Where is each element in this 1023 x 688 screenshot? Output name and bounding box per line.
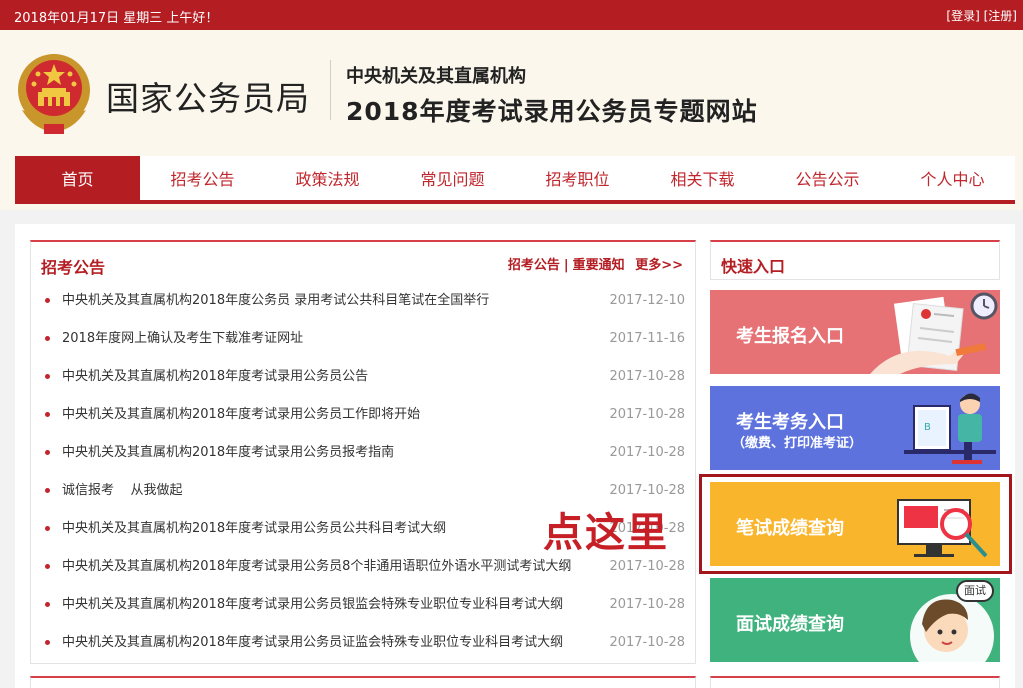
computer-user-icon: B [904, 393, 996, 464]
quick-entry-heading: 快速入口 [721, 257, 786, 276]
next-panel-right [710, 676, 1000, 688]
bullet-icon [45, 298, 50, 303]
interview-score-query-button[interactable]: 面试成绩查询 面试 [710, 578, 1000, 662]
news-title[interactable]: 中央机关及其直属机构2018年度考试录用公务员8个非通用语职位外语水平测试考试大… [62, 557, 571, 577]
interview-badge-text: 面试 [964, 584, 986, 597]
more-link[interactable]: 更多>> [635, 258, 683, 273]
list-item: 中央机关及其直属机构2018年度考试录用公务员证监会特殊专业职位专业科目考试大纲… [45, 632, 687, 670]
highlight-box [699, 474, 1012, 574]
news-date: 2017-10-28 [609, 597, 685, 612]
bullet-icon [45, 412, 50, 417]
main-nav: 首页 招考公告 政策法规 常见问题 招考职位 相关下载 公告公示 个人中心 [15, 156, 1015, 204]
exam-affairs-entry-label: 考生考务入口 [736, 412, 844, 433]
nav-announcements[interactable]: 公告公示 [765, 156, 890, 204]
exam-affairs-entry-note: （缴费、打印准考证） [732, 436, 863, 451]
news-date: 2017-12-10 [609, 293, 685, 308]
register-link[interactable]: [注册] [984, 9, 1017, 23]
news-heading: 招考公告 [41, 258, 106, 277]
list-item: 中央机关及其直属机构2018年度考试录用公务员工作即将开始 2017-10-28 [45, 404, 687, 442]
nav-downloads[interactable]: 相关下载 [640, 156, 765, 204]
nav-policies[interactable]: 政策法规 [265, 156, 390, 204]
news-date: 2017-10-28 [609, 369, 685, 384]
list-item: 中央机关及其直属机构2018年度考试录用公务员报考指南 2017-10-28 [45, 442, 687, 480]
news-title[interactable]: 中央机关及其直属机构2018年度考试录用公务员银监会特殊专业职位专业科目考试大纲 [62, 595, 563, 615]
interview-bubble: 面试 [956, 580, 994, 602]
nav-recruitment-notices[interactable]: 招考公告 [140, 156, 265, 204]
top-bar: 2018年01月17日 星期三 上午好！ [登录] [注册] [0, 0, 1023, 30]
site-name: 国家公务员局 [106, 79, 310, 118]
bullet-icon [45, 488, 50, 493]
national-emblem-icon [18, 54, 90, 134]
list-item: 中央机关及其直属机构2018年度考试录用公务员公告 2017-10-28 [45, 366, 687, 404]
bullet-icon [45, 564, 50, 569]
register-entry-label: 考生报名入口 [736, 326, 844, 347]
news-date: 2017-11-16 [609, 331, 685, 346]
list-item: 中央机关及其直属机构2018年度考试录用公务员8个非通用语职位外语水平测试考试大… [45, 556, 687, 594]
bullet-icon [45, 526, 50, 531]
news-title[interactable]: 中央机关及其直属机构2018年度考试录用公务员证监会特殊专业职位专业科目考试大纲 [62, 633, 563, 653]
important-notice-link[interactable]: 重要通知 [573, 258, 625, 273]
nav-positions[interactable]: 招考职位 [515, 156, 640, 204]
list-item: 中央机关及其直属机构2018年度公务员 录用考试公共科目笔试在全国举行 2017-… [45, 290, 687, 328]
link-separator: | [563, 258, 569, 273]
auth-links: [登录] [注册] [946, 7, 1017, 24]
register-entry-button[interactable]: 考生报名入口 [710, 290, 1000, 374]
news-date: 2017-10-28 [609, 635, 685, 650]
news-title[interactable]: 中央机关及其直属机构2018年度考试录用公务员公告 [62, 367, 368, 387]
news-title[interactable]: 中央机关及其直属机构2018年度公务员 录用考试公共科目笔试在全国举行 [62, 291, 489, 311]
svg-text:B: B [924, 422, 931, 433]
bullet-icon [45, 374, 50, 379]
exam-affairs-entry-button[interactable]: 考生考务入口 （缴费、打印准考证） B [710, 386, 1000, 470]
news-title[interactable]: 诚信报考 从我做起 [62, 481, 183, 501]
news-date: 2017-10-28 [609, 407, 685, 422]
header-subtitle: 中央机关及其直属机构 [346, 66, 526, 87]
interview-score-label: 面试成绩查询 [736, 614, 844, 635]
news-date: 2017-10-28 [609, 559, 685, 574]
bullet-icon [45, 640, 50, 645]
bullet-icon [45, 336, 50, 341]
list-item: 中央机关及其直属机构2018年度考试录用公务员银监会特殊专业职位专业科目考试大纲… [45, 594, 687, 632]
bullet-icon [45, 450, 50, 455]
bullet-icon [45, 602, 50, 607]
list-item: 2018年度网上确认及考生下载准考证网址 2017-11-16 [45, 328, 687, 366]
news-title[interactable]: 中央机关及其直属机构2018年度考试录用公务员工作即将开始 [62, 405, 420, 425]
news-title[interactable]: 2018年度网上确认及考生下载准考证网址 [62, 329, 303, 349]
news-title[interactable]: 中央机关及其直属机构2018年度考试录用公务员报考指南 [62, 443, 394, 463]
news-links: 招考公告 | 重要通知 更多>> [508, 254, 683, 273]
nav-home[interactable]: 首页 [15, 156, 140, 204]
news-list: 中央机关及其直属机构2018年度公务员 录用考试公共科目笔试在全国举行 2017-… [45, 290, 687, 670]
header-divider [330, 60, 331, 120]
header-main-title: 2018年度考试录用公务员专题网站 [346, 97, 758, 126]
next-panel-left [30, 676, 696, 688]
news-date: 2017-10-28 [609, 483, 685, 498]
quick-entry-header: 快速入口 [710, 240, 1000, 280]
nav-faq[interactable]: 常见问题 [390, 156, 515, 204]
login-link[interactable]: [登录] [946, 9, 979, 23]
click-here-annotation: 点这里 [543, 510, 669, 556]
news-title[interactable]: 中央机关及其直属机构2018年度考试录用公务员公共科目考试大纲 [62, 519, 446, 539]
nav-user-center[interactable]: 个人中心 [890, 156, 1015, 204]
news-date: 2017-10-28 [609, 445, 685, 460]
application-form-icon [870, 292, 998, 374]
current-date: 2018年01月17日 星期三 上午好！ [14, 11, 219, 26]
notice-link[interactable]: 招考公告 [508, 258, 560, 273]
recruitment-notice-panel: 招考公告 招考公告 | 重要通知 更多>> 中央机关及其直属机构2018年度公务员 … [30, 240, 696, 664]
